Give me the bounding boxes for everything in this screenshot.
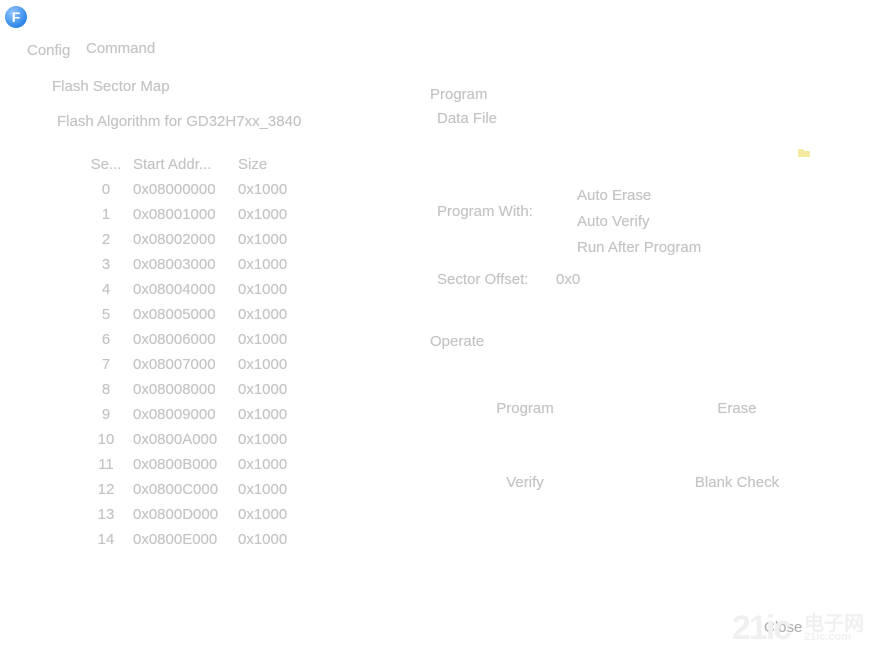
watermark-url: 21ic.com — [804, 631, 852, 643]
table-row[interactable]: 0 0x08000000 0x1000 — [0, 181, 320, 201]
sector-index: 5 — [101, 306, 111, 323]
sector-table-header: Se... Start Addr... Size — [0, 156, 320, 176]
program-with-label: Program With: — [437, 203, 533, 220]
table-row[interactable]: 11 0x0800B000 0x1000 — [0, 456, 320, 476]
column-header-sector[interactable]: Se... — [88, 156, 124, 173]
erase-button[interactable]: Erase — [682, 400, 792, 417]
sector-index: 14 — [97, 531, 115, 548]
option-auto-verify[interactable]: Auto Verify — [577, 213, 650, 230]
sector-map-title: Flash Sector Map — [52, 78, 170, 95]
table-row[interactable]: 6 0x08006000 0x1000 — [0, 331, 320, 351]
sector-size: 0x1000 — [238, 481, 288, 498]
sector-size: 0x1000 — [238, 431, 288, 448]
start-address: 0x08006000 — [133, 331, 216, 348]
sector-index: 4 — [101, 281, 111, 298]
sector-size: 0x1000 — [238, 381, 288, 398]
menu-config[interactable]: Config — [27, 42, 70, 59]
table-row[interactable]: 12 0x0800C000 0x1000 — [0, 481, 320, 501]
watermark-logo: 21ic 电子网 21ic.com — [732, 603, 882, 651]
sector-index: 12 — [97, 481, 115, 498]
program-group-title: Program — [430, 86, 488, 103]
table-row[interactable]: 3 0x08003000 0x1000 — [0, 256, 320, 276]
sector-index: 7 — [101, 356, 111, 373]
sector-size: 0x1000 — [238, 331, 288, 348]
start-address: 0x0800A000 — [133, 431, 218, 448]
start-address: 0x0800B000 — [133, 456, 218, 473]
sector-index: 0 — [101, 181, 111, 198]
start-address: 0x08008000 — [133, 381, 216, 398]
operate-group-title: Operate — [430, 333, 485, 350]
table-row[interactable]: 10 0x0800A000 0x1000 — [0, 431, 320, 451]
app-logo: F — [5, 6, 27, 28]
table-row[interactable]: 13 0x0800D000 0x1000 — [0, 506, 320, 526]
flash-algorithm-label[interactable]: Flash Algorithm for GD32H7xx_3840 — [57, 113, 301, 130]
start-address: 0x08000000 — [133, 181, 216, 198]
browse-file-icon[interactable] — [798, 148, 810, 157]
sector-index: 6 — [101, 331, 111, 348]
table-row[interactable]: 2 0x08002000 0x1000 — [0, 231, 320, 251]
start-address: 0x08002000 — [133, 231, 216, 248]
start-address: 0x08005000 — [133, 306, 216, 323]
table-row[interactable]: 7 0x08007000 0x1000 — [0, 356, 320, 376]
start-address: 0x08009000 — [133, 406, 216, 423]
sector-size: 0x1000 — [238, 181, 288, 198]
start-address: 0x0800E000 — [133, 531, 218, 548]
sector-index: 3 — [101, 256, 111, 273]
sector-size: 0x1000 — [238, 231, 288, 248]
table-row[interactable]: 5 0x08005000 0x1000 — [0, 306, 320, 326]
sector-index: 2 — [101, 231, 111, 248]
sector-size: 0x1000 — [238, 206, 288, 223]
start-address: 0x08004000 — [133, 281, 216, 298]
table-row[interactable]: 8 0x08008000 0x1000 — [0, 381, 320, 401]
option-auto-erase[interactable]: Auto Erase — [577, 187, 651, 204]
start-address: 0x08001000 — [133, 206, 216, 223]
program-button[interactable]: Program — [470, 400, 580, 417]
sector-size: 0x1000 — [238, 306, 288, 323]
column-header-start-address[interactable]: Start Addr... — [133, 156, 211, 173]
sector-index: 8 — [101, 381, 111, 398]
sector-size: 0x1000 — [238, 406, 288, 423]
sector-size: 0x1000 — [238, 356, 288, 373]
table-row[interactable]: 14 0x0800E000 0x1000 — [0, 531, 320, 551]
data-file-label: Data File — [437, 110, 498, 127]
sector-index: 11 — [98, 456, 114, 473]
option-run-after-program[interactable]: Run After Program — [577, 239, 701, 256]
sector-size: 0x1000 — [238, 506, 288, 523]
sector-size: 0x1000 — [238, 256, 288, 273]
start-address: 0x08007000 — [133, 356, 216, 373]
sector-index: 9 — [101, 406, 111, 423]
column-header-size[interactable]: Size — [238, 156, 267, 173]
sector-size: 0x1000 — [238, 531, 288, 548]
sector-index: 1 — [101, 206, 111, 223]
table-row[interactable]: 9 0x08009000 0x1000 — [0, 406, 320, 426]
start-address: 0x0800C000 — [133, 481, 219, 498]
sector-offset-label: Sector Offset: — [437, 271, 529, 288]
start-address: 0x08003000 — [133, 256, 216, 273]
sector-size: 0x1000 — [238, 281, 288, 298]
watermark-number: 21ic — [732, 609, 792, 647]
table-row[interactable]: 4 0x08004000 0x1000 — [0, 281, 320, 301]
sector-index: 13 — [97, 506, 115, 523]
blank-check-button[interactable]: Blank Check — [682, 474, 792, 491]
sector-index: 10 — [97, 431, 115, 448]
verify-button[interactable]: Verify — [470, 474, 580, 491]
table-row[interactable]: 1 0x08001000 0x1000 — [0, 206, 320, 226]
menu-command[interactable]: Command — [86, 40, 155, 57]
start-address: 0x0800D000 — [133, 506, 219, 523]
sector-offset-value[interactable]: 0x0 — [556, 271, 580, 288]
sector-size: 0x1000 — [238, 456, 288, 473]
